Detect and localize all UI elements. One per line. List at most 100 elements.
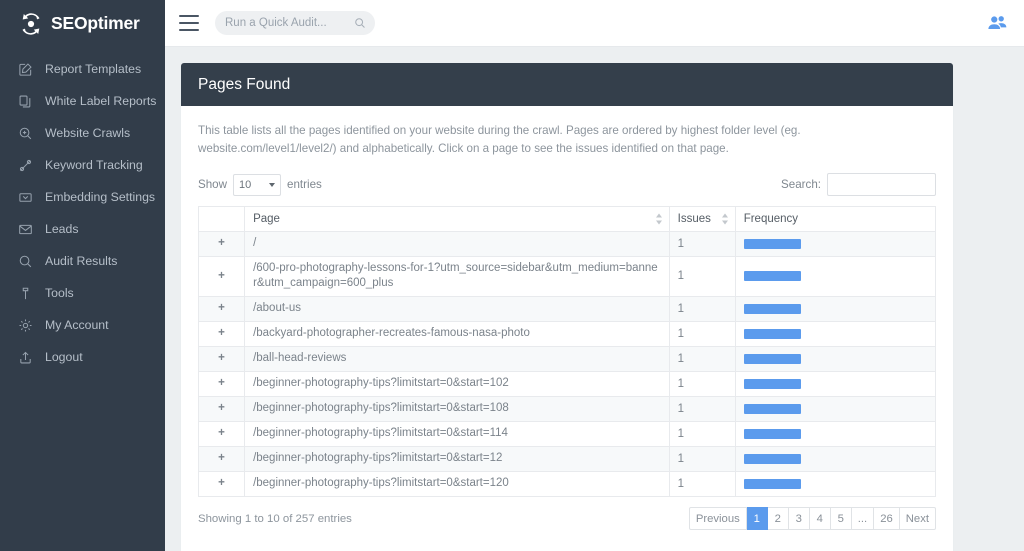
sidebar-item-leads[interactable]: Leads bbox=[0, 213, 165, 245]
frequency-bar bbox=[743, 403, 801, 414]
brand-name: SEOptimer bbox=[51, 13, 140, 33]
cell-page[interactable]: / bbox=[244, 230, 670, 257]
cell-frequency bbox=[734, 255, 937, 297]
entries-select-value: 10 bbox=[239, 178, 252, 191]
wrench-icon bbox=[17, 285, 33, 301]
panel-bottom-padding bbox=[181, 547, 953, 551]
pagination: Previous 1 2 3 4 5... 26 Next bbox=[688, 507, 936, 531]
brand-logo[interactable]: SEOptimer bbox=[0, 0, 165, 47]
entries-label: entries bbox=[287, 178, 322, 192]
sidebar-item-website-crawls[interactable]: Website Crawls bbox=[0, 117, 165, 149]
sidebar-item-label: Embedding Settings bbox=[45, 190, 156, 204]
cell-page[interactable]: /beginner-photography-tips?limitstart=0&… bbox=[244, 445, 670, 472]
pagination-button[interactable]: 26 bbox=[874, 507, 900, 531]
search-input[interactable] bbox=[827, 173, 936, 197]
column-header-issues[interactable]: Issues bbox=[668, 205, 736, 232]
column-header-page[interactable]: Page bbox=[244, 205, 670, 232]
magnify-plus-icon bbox=[17, 125, 33, 141]
pages-found-panel: Pages Found This table lists all the pag… bbox=[181, 63, 953, 551]
sidebar-item-logout[interactable]: Logout bbox=[0, 341, 165, 373]
envelope-icon bbox=[17, 221, 33, 237]
frequency-bar bbox=[743, 353, 801, 364]
expand-row-button[interactable]: + bbox=[197, 370, 246, 397]
pagination-button[interactable]: Previous bbox=[688, 507, 747, 531]
cell-page[interactable]: /beginner-photography-tips?limitstart=0&… bbox=[244, 370, 670, 397]
frequency-bar bbox=[743, 453, 801, 464]
sort-arrows-icon bbox=[721, 213, 729, 225]
cell-page[interactable]: /beginner-photography-tips?limitstart=0&… bbox=[244, 395, 670, 422]
cell-issues: 1 bbox=[668, 320, 736, 347]
search-icon bbox=[354, 16, 366, 34]
table-row[interactable]: +/1 bbox=[197, 230, 937, 257]
expand-row-button[interactable]: + bbox=[197, 420, 246, 447]
table-controls: Show 10 entries Search: bbox=[198, 172, 936, 198]
sidebar-item-my-account[interactable]: My Account bbox=[0, 309, 165, 341]
people-icon[interactable] bbox=[986, 12, 1008, 34]
show-entries-control: Show 10 entries bbox=[198, 173, 322, 196]
quick-audit-search[interactable] bbox=[215, 11, 375, 35]
sidebar-item-embedding-settings[interactable]: Embedding Settings bbox=[0, 181, 165, 213]
table-row[interactable]: +/beginner-photography-tips?limitstart=0… bbox=[197, 470, 937, 497]
cell-issues: 1 bbox=[668, 370, 736, 397]
expand-row-button[interactable]: + bbox=[197, 445, 246, 472]
table-header-row: Page Issues Frequency bbox=[197, 205, 937, 232]
table-row[interactable]: +/beginner-photography-tips?limitstart=0… bbox=[197, 420, 937, 447]
page-title: Pages Found bbox=[198, 75, 291, 93]
sidebar-item-keyword-tracking[interactable]: Keyword Tracking bbox=[0, 149, 165, 181]
table-row[interactable]: +/beginner-photography-tips?limitstart=0… bbox=[197, 395, 937, 422]
frequency-bar bbox=[743, 378, 801, 389]
pagination-button[interactable]: 3 bbox=[788, 507, 810, 531]
table-row[interactable]: +/about-us 1 bbox=[197, 295, 937, 322]
pagination-button[interactable]: Next bbox=[899, 507, 936, 531]
cell-page[interactable]: /beginner-photography-tips?limitstart=0&… bbox=[244, 470, 670, 497]
showing-entries-label: Showing 1 to 10 of 257 entries bbox=[198, 512, 352, 525]
search-icon bbox=[17, 253, 33, 269]
sidebar-item-label: Leads bbox=[45, 222, 79, 236]
search-label: Search: bbox=[781, 178, 821, 192]
sidebar-item-audit-results[interactable]: Audit Results bbox=[0, 245, 165, 277]
expand-row-button[interactable]: + bbox=[197, 470, 246, 497]
sidebar-item-label: Report Templates bbox=[45, 62, 142, 76]
logout-upload-icon bbox=[17, 349, 33, 365]
table-row[interactable]: +/beginner-photography-tips?limitstart=0… bbox=[197, 445, 937, 472]
pagination-button[interactable]: 4 bbox=[809, 507, 831, 531]
topbar bbox=[165, 0, 1024, 47]
cell-page[interactable]: /600-pro-photography-lessons-for-1?utm_s… bbox=[244, 255, 670, 297]
expand-row-button[interactable]: + bbox=[197, 395, 246, 422]
hamburger-bar bbox=[179, 28, 199, 31]
expand-row-button[interactable]: + bbox=[197, 320, 246, 347]
expand-row-button[interactable]: + bbox=[197, 345, 246, 372]
cell-page[interactable]: /about-us bbox=[244, 295, 670, 322]
expand-row-button[interactable]: + bbox=[197, 295, 246, 322]
pagination-button[interactable]: 5 bbox=[830, 507, 852, 531]
table-row[interactable]: +/ball-head-reviews 1 bbox=[197, 345, 937, 372]
gear-arrows-logo-icon bbox=[18, 11, 44, 37]
column-header-issues-label: Issues bbox=[677, 212, 711, 225]
expand-row-button[interactable]: + bbox=[197, 255, 246, 297]
trend-line-icon bbox=[17, 157, 33, 173]
expand-row-button[interactable]: + bbox=[197, 230, 246, 257]
table-row[interactable]: +/backyard-photographer-recreates-famous… bbox=[197, 320, 937, 347]
entries-select[interactable]: 10 bbox=[233, 173, 282, 196]
cell-page[interactable]: /ball-head-reviews bbox=[244, 345, 670, 372]
cell-page[interactable]: /beginner-photography-tips?limitstart=0&… bbox=[244, 420, 670, 447]
panel-description: This table lists all the pages identifie… bbox=[198, 124, 801, 155]
cell-frequency bbox=[734, 320, 937, 347]
quick-audit-input[interactable] bbox=[225, 11, 345, 35]
cell-page[interactable]: /backyard-photographer-recreates-famous-… bbox=[244, 320, 670, 347]
pagination-button[interactable]: 1 bbox=[746, 507, 768, 531]
table-row[interactable]: +/beginner-photography-tips?limitstart=0… bbox=[197, 370, 937, 397]
cell-issues: 1 bbox=[668, 345, 736, 372]
table-body: +/1 +/600-pro-photography-lessons-for-1?u… bbox=[197, 230, 937, 497]
hamburger-icon[interactable] bbox=[179, 15, 199, 31]
sidebar-item-white-label-reports[interactable]: White Label Reports bbox=[0, 85, 165, 117]
sidebar-item-report-templates[interactable]: Report Templates bbox=[0, 53, 165, 85]
cell-frequency bbox=[734, 445, 937, 472]
pagination-button[interactable]: 2 bbox=[767, 507, 789, 531]
sidebar-item-tools[interactable]: Tools bbox=[0, 277, 165, 309]
sidebar: SEOptimer Report Templates White Label R… bbox=[0, 0, 165, 551]
pagination-button[interactable]: ... bbox=[851, 507, 875, 531]
sidebar-item-label: My Account bbox=[45, 318, 109, 332]
table-row[interactable]: +/600-pro-photography-lessons-for-1?utm_… bbox=[197, 255, 937, 297]
column-header-frequency[interactable]: Frequency bbox=[734, 205, 937, 232]
